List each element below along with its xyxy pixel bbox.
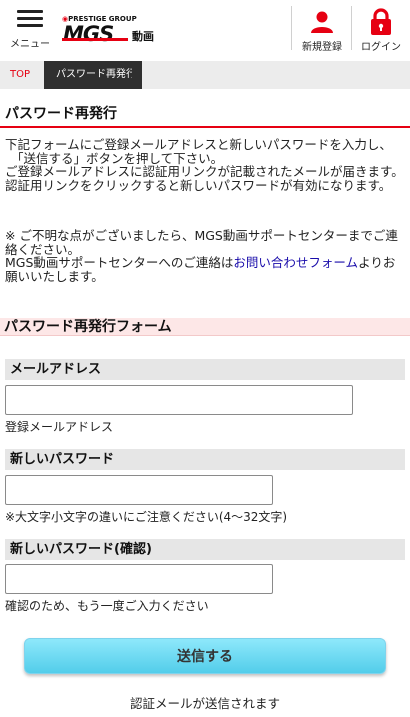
email-label: メールアドレス xyxy=(5,359,405,380)
notice-text: ※ ご不明な点がございましたら、MGS動画サポートセンターまでご連絡ください。 … xyxy=(5,229,407,283)
new-password-note: ※大文字小文字の違いにご注意ください(4〜32文字) xyxy=(5,510,288,524)
submit-footnote: 認証メールが送信されます xyxy=(129,696,280,711)
intro-line: 下記フォームにご登録メールアドレスと新しいパスワードを入力し、 xyxy=(5,137,392,152)
login-label: ログイン xyxy=(361,42,401,53)
intro-line: ご登録メールアドレスに認証用リンクが記載されたメールが届きます。認証用リンクをク… xyxy=(5,164,404,193)
confirm-password-note: 確認のため、もう一度ご入力ください xyxy=(5,599,209,613)
menu-button[interactable]: メニュー xyxy=(8,10,52,52)
email-field[interactable] xyxy=(5,385,353,415)
logo-sub: 動画 xyxy=(132,30,154,43)
breadcrumb: TOP パスワード再発行 xyxy=(0,61,410,89)
register-label: 新規登録 xyxy=(302,42,342,53)
page-title: パスワード再発行 xyxy=(0,104,410,128)
mgs-logo[interactable]: ◉PRESTIGE GROUP MGS 動画 xyxy=(62,15,162,46)
submit-button[interactable]: 送信する xyxy=(24,638,386,674)
intro-text: 下記フォームにご登録メールアドレスと新しいパスワードを入力し、 「送信する」ボタ… xyxy=(5,138,407,192)
register-button[interactable]: 新規登録 xyxy=(293,8,351,53)
new-password-field[interactable] xyxy=(5,475,273,505)
contact-form-link[interactable]: お問い合わせフォーム xyxy=(233,255,358,270)
breadcrumb-current: パスワード再発行 xyxy=(44,61,142,89)
confirm-password-label: 新しいパスワード(確認) xyxy=(5,539,405,560)
lock-icon xyxy=(371,8,391,35)
login-button[interactable]: ログイン xyxy=(352,8,410,53)
new-password-label: 新しいパスワード xyxy=(5,449,405,470)
notice-line: ※ ご不明な点がございましたら、MGS動画サポートセンターまでご連絡ください。 xyxy=(5,228,398,257)
breadcrumb-top-link[interactable]: TOP xyxy=(0,61,46,89)
notice-line: MGS動画サポートセンターへのご連絡はお問い合わせフォームよりお願いいたします。 xyxy=(5,256,407,283)
form-section-title: パスワード再発行フォーム xyxy=(0,318,410,336)
confirm-password-field[interactable] xyxy=(5,564,273,594)
user-icon xyxy=(311,11,333,33)
hamburger-icon xyxy=(17,10,43,28)
intro-line: 「送信する」ボタンを押して下さい。 xyxy=(11,150,224,166)
header-divider xyxy=(291,6,292,50)
logo-brand: MGS xyxy=(63,22,114,46)
logo-ribbon xyxy=(62,38,128,41)
breadcrumb-arrow xyxy=(132,61,142,89)
header: メニュー ◉PRESTIGE GROUP MGS 動画 新規登録 ログイン xyxy=(0,0,410,56)
email-note: 登録メールアドレス xyxy=(5,420,114,434)
menu-label: メニュー xyxy=(10,39,50,50)
